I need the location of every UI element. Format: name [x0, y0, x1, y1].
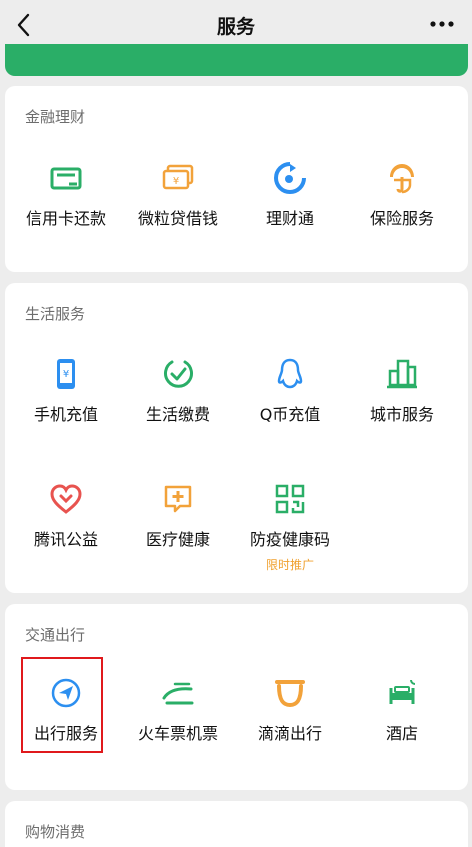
- phone-topup-icon: ¥: [57, 359, 75, 389]
- service-hotel[interactable]: 酒店: [346, 676, 458, 744]
- service-label: 腾讯公益: [33, 530, 98, 549]
- loan-card-icon: ¥: [162, 164, 194, 190]
- utility-bill-icon: [164, 360, 193, 388]
- section-title: 购物消费: [25, 823, 86, 841]
- wealth-icon: [274, 162, 306, 194]
- service-health-code[interactable]: 防疫健康码 限时推广: [234, 482, 346, 573]
- hotel-bed-icon: [389, 679, 416, 704]
- service-utility-bill[interactable]: 生活缴费: [122, 357, 234, 425]
- charity-heart-icon: [50, 484, 82, 514]
- service-label: 理财通: [265, 209, 314, 228]
- more-button[interactable]: [422, 12, 462, 36]
- service-label: 医疗健康: [145, 530, 210, 549]
- service-label: 保险服务: [369, 209, 434, 228]
- service-qcoin-topup[interactable]: Q币充值: [234, 357, 346, 425]
- service-mobility[interactable]: 出行服务: [10, 676, 122, 744]
- service-city-services[interactable]: 城市服务: [346, 357, 458, 425]
- promo-tag: 限时推广: [265, 558, 314, 572]
- section-finance: 金融理财 信用卡还款 ¥ 微粒贷借钱 理财通 保险服务: [5, 86, 468, 272]
- section-title: 金融理财: [25, 108, 86, 126]
- city-buildings-icon: [387, 359, 417, 389]
- section-title: 生活服务: [25, 305, 86, 323]
- section-title: 交通出行: [25, 626, 86, 644]
- service-credit-card-repay[interactable]: 信用卡还款: [10, 161, 122, 229]
- svg-text:¥: ¥: [63, 369, 69, 380]
- service-label: 酒店: [385, 724, 418, 743]
- service-insurance[interactable]: 保险服务: [346, 161, 458, 229]
- service-medical-health[interactable]: 医疗健康: [122, 482, 234, 550]
- section-transport: 交通出行 出行服务 火车票机票 滴滴出行 酒店: [5, 604, 468, 790]
- credit-card-icon: [50, 167, 82, 190]
- service-phone-topup[interactable]: ¥ 手机充值: [10, 357, 122, 425]
- section-life: 生活服务 ¥ 手机充值 生活缴费 Q币充值 城市服务 腾讯公益 医疗健康 防疫健…: [5, 283, 468, 593]
- medical-icon: [164, 485, 192, 513]
- service-label: 出行服务: [33, 724, 98, 743]
- service-label: 微粒贷借钱: [137, 209, 218, 228]
- insurance-icon: [390, 164, 414, 194]
- nav-bar: 服务: [0, 0, 472, 50]
- service-weilidai-loan[interactable]: ¥ 微粒贷借钱: [122, 161, 234, 229]
- service-label: 城市服务: [369, 405, 434, 424]
- page-title: 服务: [216, 16, 255, 38]
- service-label: 手机充值: [33, 405, 98, 424]
- service-label: 滴滴出行: [257, 724, 322, 743]
- section-shopping: 购物消费: [5, 801, 468, 847]
- wallet-banner[interactable]: [5, 44, 468, 76]
- service-licaitong[interactable]: 理财通: [234, 161, 346, 229]
- service-tencent-charity[interactable]: 腾讯公益: [10, 482, 122, 550]
- service-label: 防疫健康码: [249, 530, 330, 549]
- service-label: Q币充值: [259, 405, 321, 424]
- more-dots-icon: [430, 21, 454, 27]
- qq-penguin-icon: [277, 358, 303, 389]
- didi-icon: [275, 680, 305, 708]
- service-label: 火车票机票: [137, 724, 218, 743]
- navigation-arrow-icon: [51, 678, 81, 708]
- svg-text:¥: ¥: [173, 176, 179, 187]
- qr-code-icon: [275, 484, 305, 514]
- service-label: 信用卡还款: [25, 209, 106, 228]
- service-label: 生活缴费: [145, 405, 210, 424]
- service-train-flight[interactable]: 火车票机票: [122, 676, 234, 744]
- service-didi[interactable]: 滴滴出行: [234, 676, 346, 744]
- train-ticket-icon: [162, 682, 194, 705]
